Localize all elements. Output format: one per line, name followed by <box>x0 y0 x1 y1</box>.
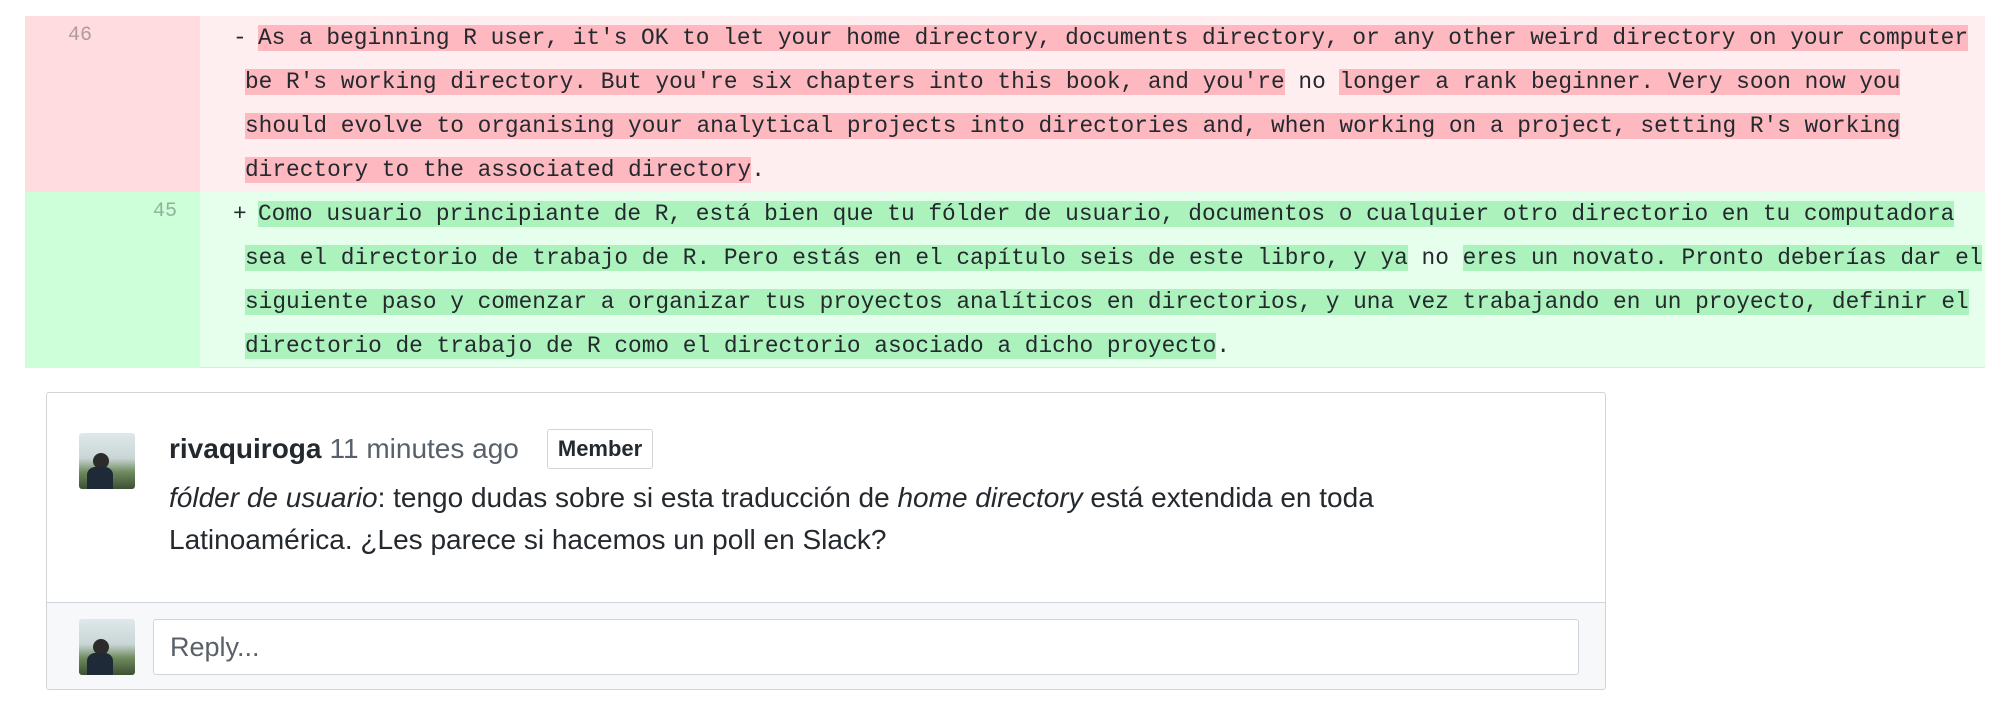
current-user-avatar <box>79 619 135 675</box>
member-badge: Member <box>546 429 654 469</box>
unchanged-text: . <box>751 157 765 183</box>
avatar-body-shape <box>87 653 113 675</box>
comment-header: rivaquiroga 11 minutes ago Member <box>169 429 654 469</box>
unchanged-text: . <box>1216 333 1230 359</box>
comment-body: fólder de usuario: tengo dudas sobre si … <box>169 477 1489 561</box>
author-avatar[interactable] <box>79 433 135 489</box>
unchanged-text: no <box>1407 245 1463 271</box>
author-name[interactable]: rivaquiroga <box>169 433 321 465</box>
comment-italic-term-1: fólder de usuario <box>169 482 378 513</box>
added-line-code: + Como usuario principiante de R, está bi… <box>200 192 1985 368</box>
avatar-body-shape <box>87 467 113 489</box>
comment-italic-term-2: home directory <box>897 482 1083 513</box>
added-line: 45 + Como usuario principiante de R, está… <box>25 192 1985 368</box>
review-comment-thread: rivaquiroga 11 minutes ago Member fólder… <box>46 392 1606 690</box>
reply-input[interactable]: Reply... <box>153 619 1579 675</box>
deleted-segments: As a beginning R user, it's OK to let yo… <box>245 25 1969 183</box>
deleted-line: 46 - As a beginning R user, it's OK to le… <box>25 16 1985 192</box>
reply-area: Reply... <box>47 602 1605 689</box>
diff-view: 46 - As a beginning R user, it's OK to le… <box>25 16 1985 368</box>
comment-timestamp[interactable]: 11 minutes ago <box>329 433 518 465</box>
deleted-line-number[interactable]: 46 <box>25 16 200 192</box>
deleted-sign: - <box>233 25 247 51</box>
added-sign: + <box>233 201 247 227</box>
unchanged-text: no <box>1284 69 1340 95</box>
deleted-line-code: - As a beginning R user, it's OK to let y… <box>200 16 1985 192</box>
added-line-number[interactable]: 45 <box>25 192 200 368</box>
added-segments: Como usuario principiante de R, está bie… <box>245 201 1983 359</box>
comment-text-1: : tengo dudas sobre si esta traducción d… <box>377 482 898 513</box>
comment: rivaquiroga 11 minutes ago Member fólder… <box>47 393 1605 602</box>
